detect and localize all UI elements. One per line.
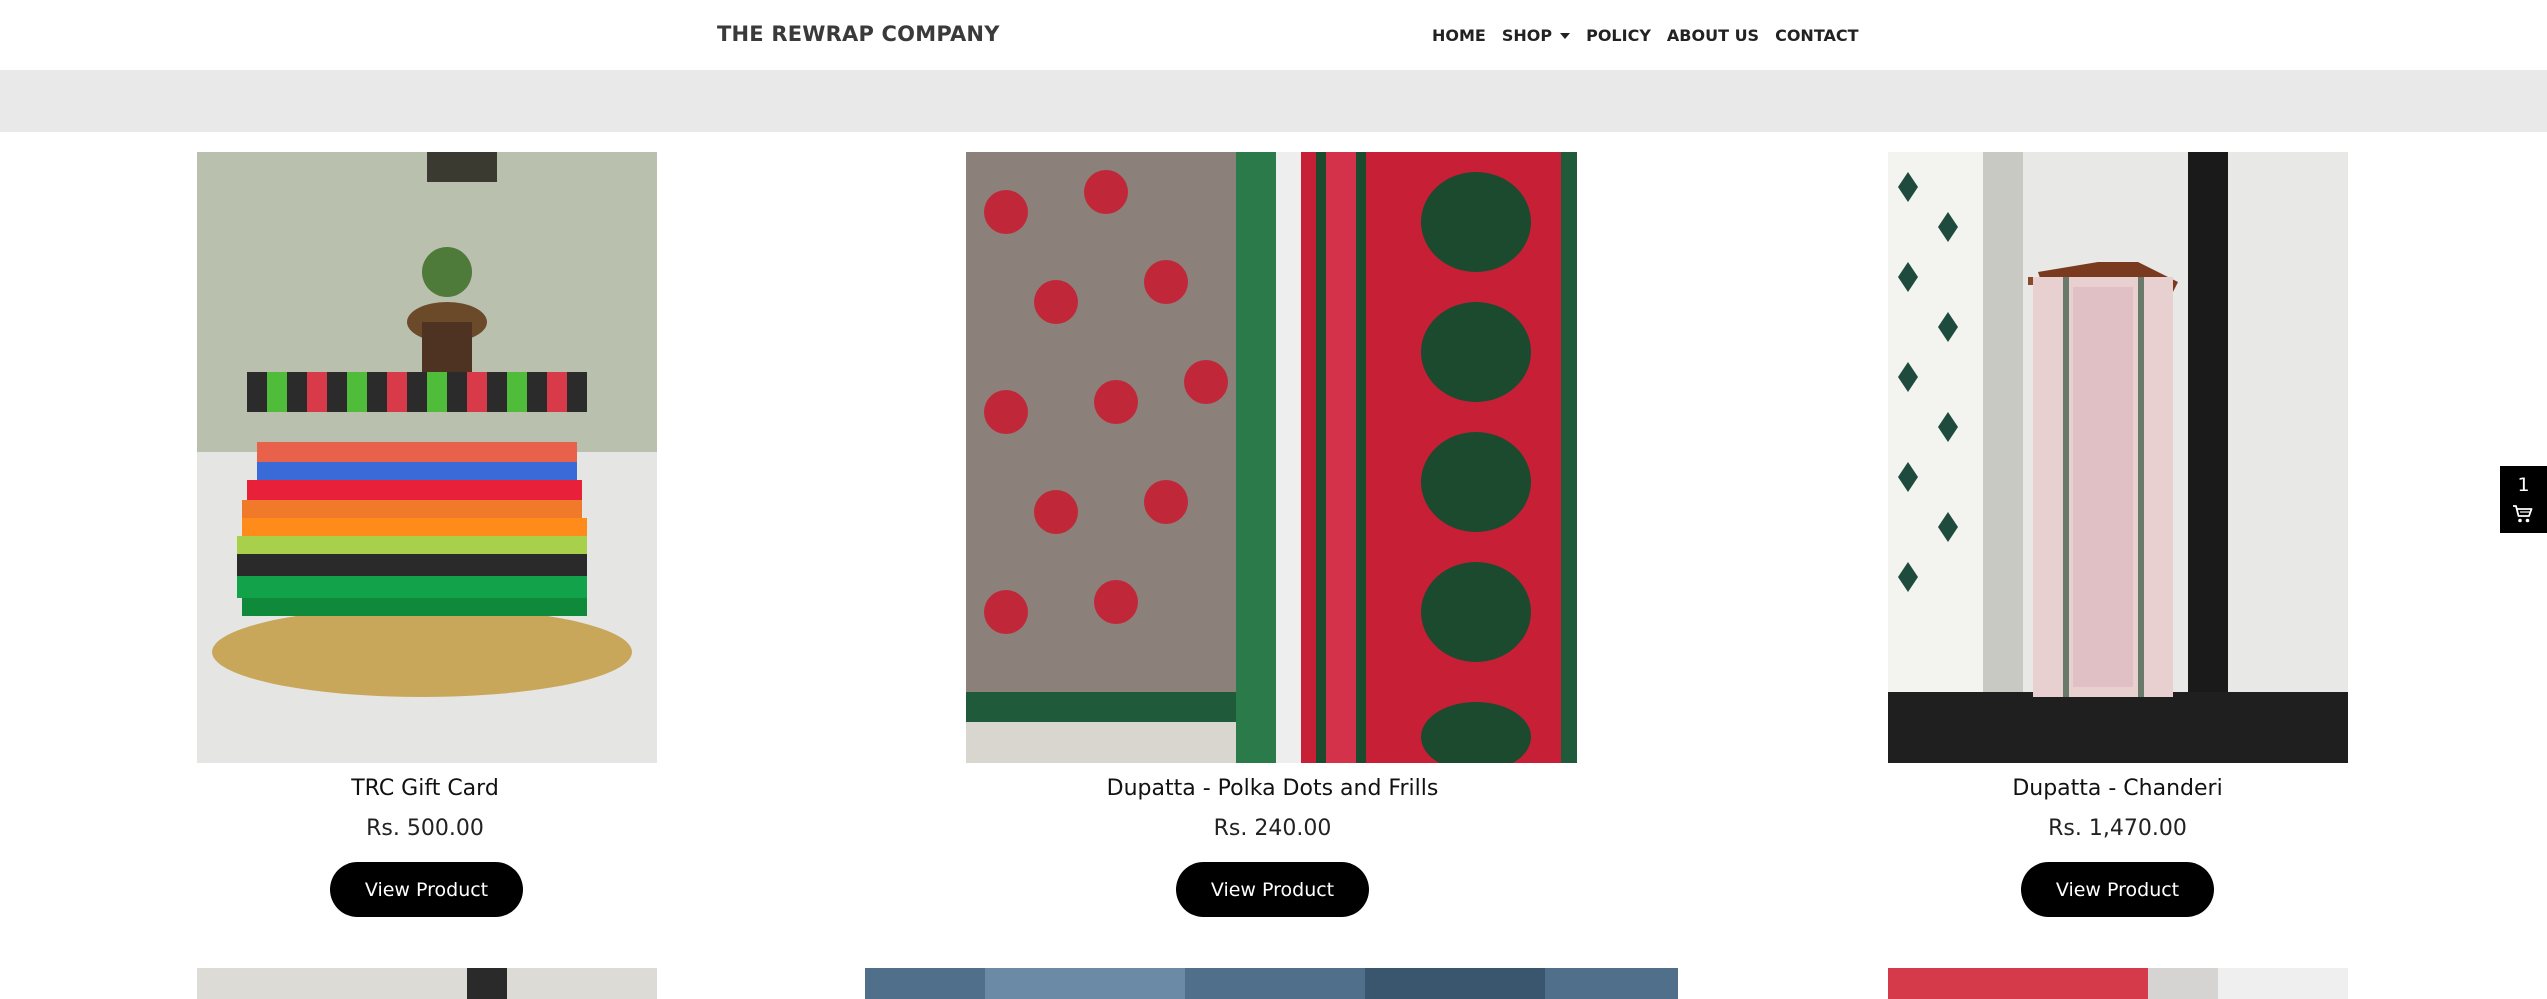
- product-image-partial[interactable]: [1888, 968, 2348, 999]
- nav-shop-dropdown[interactable]: SHOP: [1501, 25, 1571, 45]
- product-price: Rs. 240.00: [1213, 816, 1332, 841]
- view-product-button[interactable]: View Product: [330, 862, 523, 917]
- cart-count-badge: 1: [2517, 474, 2530, 496]
- main-nav: HOME SHOP POLICY ABOUT US CONTACT: [1432, 25, 1859, 45]
- view-product-button[interactable]: View Product: [1176, 862, 1369, 917]
- product-name[interactable]: Dupatta - Polka Dots and Frills: [850, 776, 1695, 801]
- nav-policy[interactable]: POLICY: [1586, 26, 1651, 45]
- nav-contact[interactable]: CONTACT: [1775, 26, 1858, 45]
- nav-shop-label: SHOP: [1501, 25, 1553, 45]
- cart-icon: [2512, 504, 2534, 528]
- floating-cart-button[interactable]: 1: [2500, 466, 2547, 533]
- chevron-down-icon: [1560, 32, 1571, 39]
- page-banner: [0, 70, 2547, 132]
- product-name[interactable]: TRC Gift Card: [0, 776, 850, 801]
- product-image-gift-card[interactable]: [197, 152, 657, 763]
- top-navbar: THE REWRAP COMPANY HOME SHOP POLICY ABOU…: [0, 0, 2547, 70]
- nav-about-us[interactable]: ABOUT US: [1667, 26, 1759, 45]
- product-image-polka-dupatta[interactable]: [966, 152, 1577, 763]
- product-name[interactable]: Dupatta - Chanderi: [1695, 776, 2540, 801]
- product-image-partial[interactable]: [197, 968, 657, 999]
- product-price: Rs. 500.00: [366, 816, 484, 841]
- product-image-partial[interactable]: [865, 968, 1678, 999]
- product-image-chanderi-dupatta[interactable]: [1888, 152, 2348, 763]
- product-price: Rs. 1,470.00: [2048, 816, 2187, 841]
- nav-home[interactable]: HOME: [1432, 26, 1486, 45]
- view-product-button[interactable]: View Product: [2021, 862, 2214, 917]
- brand-logo-text[interactable]: THE REWRAP COMPANY: [717, 22, 1000, 46]
